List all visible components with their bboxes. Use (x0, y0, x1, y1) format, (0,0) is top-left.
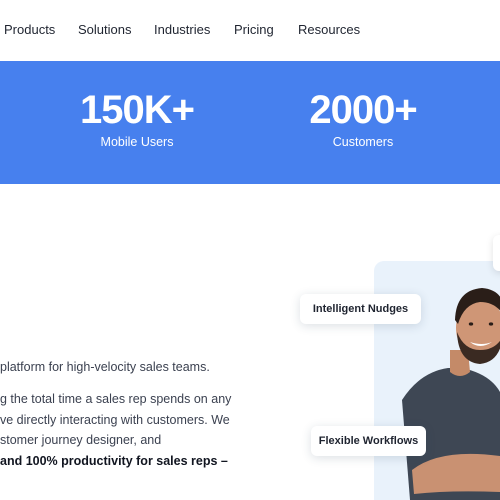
description-text-line: g the total time a sales rep spends on a… (0, 392, 232, 406)
nav-item-pricing[interactable]: Pricing (234, 22, 274, 37)
stats-banner: 150K+ Mobile Users 2000+ Customers (0, 61, 500, 184)
nav-item-products[interactable]: Products (4, 22, 55, 37)
floating-card (493, 235, 500, 271)
description-text-line: stomer journey designer, and (0, 433, 162, 447)
nav-item-industries[interactable]: Industries (154, 22, 210, 37)
feature-chip-flexible-workflows: Flexible Workflows (311, 426, 426, 456)
highlight-text-line: and 100% productivity for sales reps – (0, 454, 228, 468)
stat-value: 2000+ (309, 88, 417, 132)
stat-label: Mobile Users (100, 135, 174, 149)
stat-label: Customers (332, 135, 394, 149)
stat-customers: 2000+ Customers (290, 87, 436, 149)
nav-item-resources[interactable]: Resources (298, 22, 360, 37)
feature-chip-intelligent-nudges: Intelligent Nudges (300, 294, 421, 324)
top-navigation: Products Solutions Industries Pricing Re… (0, 0, 500, 60)
stat-value: 150K+ (80, 88, 195, 132)
intro-text-line: platform for high-velocity sales teams. (0, 360, 210, 374)
description-text-line: ve directly interacting with customers. … (0, 413, 230, 427)
nav-item-solutions[interactable]: Solutions (78, 22, 131, 37)
stat-mobile-users: 150K+ Mobile Users (64, 87, 210, 149)
